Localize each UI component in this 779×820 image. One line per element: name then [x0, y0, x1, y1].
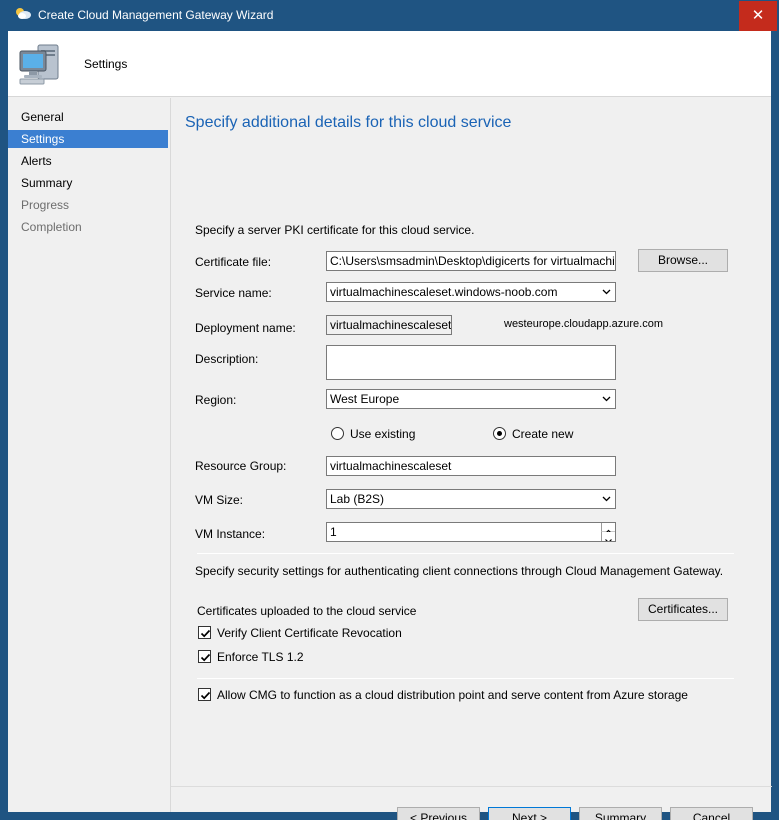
- window-title: Create Cloud Management Gateway Wizard: [38, 8, 274, 22]
- vm-size-value: Lab (B2S): [330, 492, 385, 506]
- certificate-file-label: Certificate file:: [195, 255, 272, 269]
- vm-instance-label: VM Instance:: [195, 527, 266, 541]
- close-button[interactable]: ✕: [739, 1, 777, 31]
- service-name-value: virtualmachinescaleset.windows-noob.com: [330, 285, 558, 299]
- wizard-nav: General Settings Alerts Summary Progress…: [8, 98, 170, 812]
- wizard-client-area: Settings General Settings Alerts Summary…: [8, 31, 772, 820]
- deployment-name-field: virtualmachinescaleset: [326, 315, 452, 335]
- service-name-label: Service name:: [195, 286, 272, 300]
- verify-revocation-checkbox[interactable]: [198, 626, 211, 639]
- page-title: Settings: [84, 57, 128, 71]
- radio-selected-dot: [497, 431, 502, 436]
- use-existing-radio[interactable]: [331, 427, 344, 440]
- region-label: Region:: [195, 393, 237, 407]
- description-field[interactable]: [326, 345, 616, 380]
- stepper-up-button[interactable]: [601, 523, 615, 534]
- close-icon: ✕: [751, 7, 765, 24]
- browse-button[interactable]: Browse...: [638, 249, 728, 272]
- deployment-name-label: Deployment name:: [195, 321, 296, 335]
- create-new-label: Create new: [512, 427, 574, 441]
- allow-cdp-label: Allow CMG to function as a cloud distrib…: [217, 688, 688, 702]
- nav-item-settings[interactable]: Settings: [8, 130, 168, 148]
- chevron-down-icon: [605, 539, 612, 541]
- next-button[interactable]: Next >: [488, 807, 571, 820]
- cancel-button[interactable]: Cancel: [670, 807, 753, 820]
- pki-intro-text: Specify a server PKI certificate for thi…: [195, 223, 475, 237]
- service-name-select[interactable]: virtualmachinescaleset.windows-noob.com: [326, 282, 616, 302]
- security-intro-text: Specify security settings for authentica…: [195, 564, 724, 578]
- cloud-gateway-icon: [14, 6, 32, 20]
- enforce-tls-label: Enforce TLS 1.2: [217, 650, 304, 664]
- nav-item-progress: Progress: [21, 198, 70, 212]
- region-select[interactable]: West Europe: [326, 389, 616, 409]
- allow-cdp-checkbox[interactable]: [198, 688, 211, 701]
- region-value: West Europe: [330, 392, 400, 406]
- title-bar[interactable]: Create Cloud Management Gateway Wizard ✕: [0, 0, 779, 31]
- certificate-file-field[interactable]: C:\Users\smsadmin\Desktop\digicerts for …: [326, 251, 616, 271]
- chevron-down-icon: [602, 396, 611, 402]
- section-divider: [197, 678, 734, 679]
- nav-item-general[interactable]: General: [8, 108, 168, 126]
- description-label: Description:: [195, 352, 259, 366]
- resource-group-label: Resource Group:: [195, 459, 287, 473]
- certificates-uploaded-label: Certificates uploaded to the cloud servi…: [197, 604, 417, 618]
- stepper-down-button[interactable]: [601, 532, 615, 541]
- settings-page: Specify additional details for this clou…: [170, 98, 772, 820]
- chevron-down-icon: [602, 289, 611, 295]
- section-divider: [197, 553, 734, 554]
- checkmark-icon: [200, 691, 211, 700]
- create-new-radio[interactable]: [493, 427, 506, 440]
- verify-revocation-label: Verify Client Certificate Revocation: [217, 626, 402, 640]
- vm-instance-value: 1: [330, 525, 337, 539]
- vm-size-label: VM Size:: [195, 493, 244, 507]
- computer-icon: [16, 41, 64, 87]
- chevron-down-icon: [602, 496, 611, 502]
- use-existing-label: Use existing: [350, 427, 416, 441]
- vm-size-select[interactable]: Lab (B2S): [326, 489, 616, 509]
- footer-divider: [171, 786, 772, 787]
- resource-group-field[interactable]: virtualmachinescaleset: [326, 456, 616, 476]
- enforce-tls-checkbox[interactable]: [198, 650, 211, 663]
- nav-item-completion: Completion: [21, 220, 82, 234]
- wizard-header: Settings: [8, 31, 771, 97]
- vm-instance-stepper[interactable]: 1: [326, 522, 616, 542]
- summary-button[interactable]: Summary: [579, 807, 662, 820]
- previous-button[interactable]: < Previous: [397, 807, 480, 820]
- deployment-domain-suffix: westeurope.cloudapp.azure.com: [504, 318, 663, 330]
- checkmark-icon: [200, 653, 211, 662]
- nav-item-summary[interactable]: Summary: [8, 174, 168, 192]
- wizard-window: Create Cloud Management Gateway Wizard ✕…: [0, 0, 779, 820]
- page-heading: Specify additional details for this clou…: [185, 114, 512, 131]
- certificates-button[interactable]: Certificates...: [638, 598, 728, 621]
- checkmark-icon: [200, 629, 211, 638]
- nav-item-alerts[interactable]: Alerts: [8, 152, 168, 170]
